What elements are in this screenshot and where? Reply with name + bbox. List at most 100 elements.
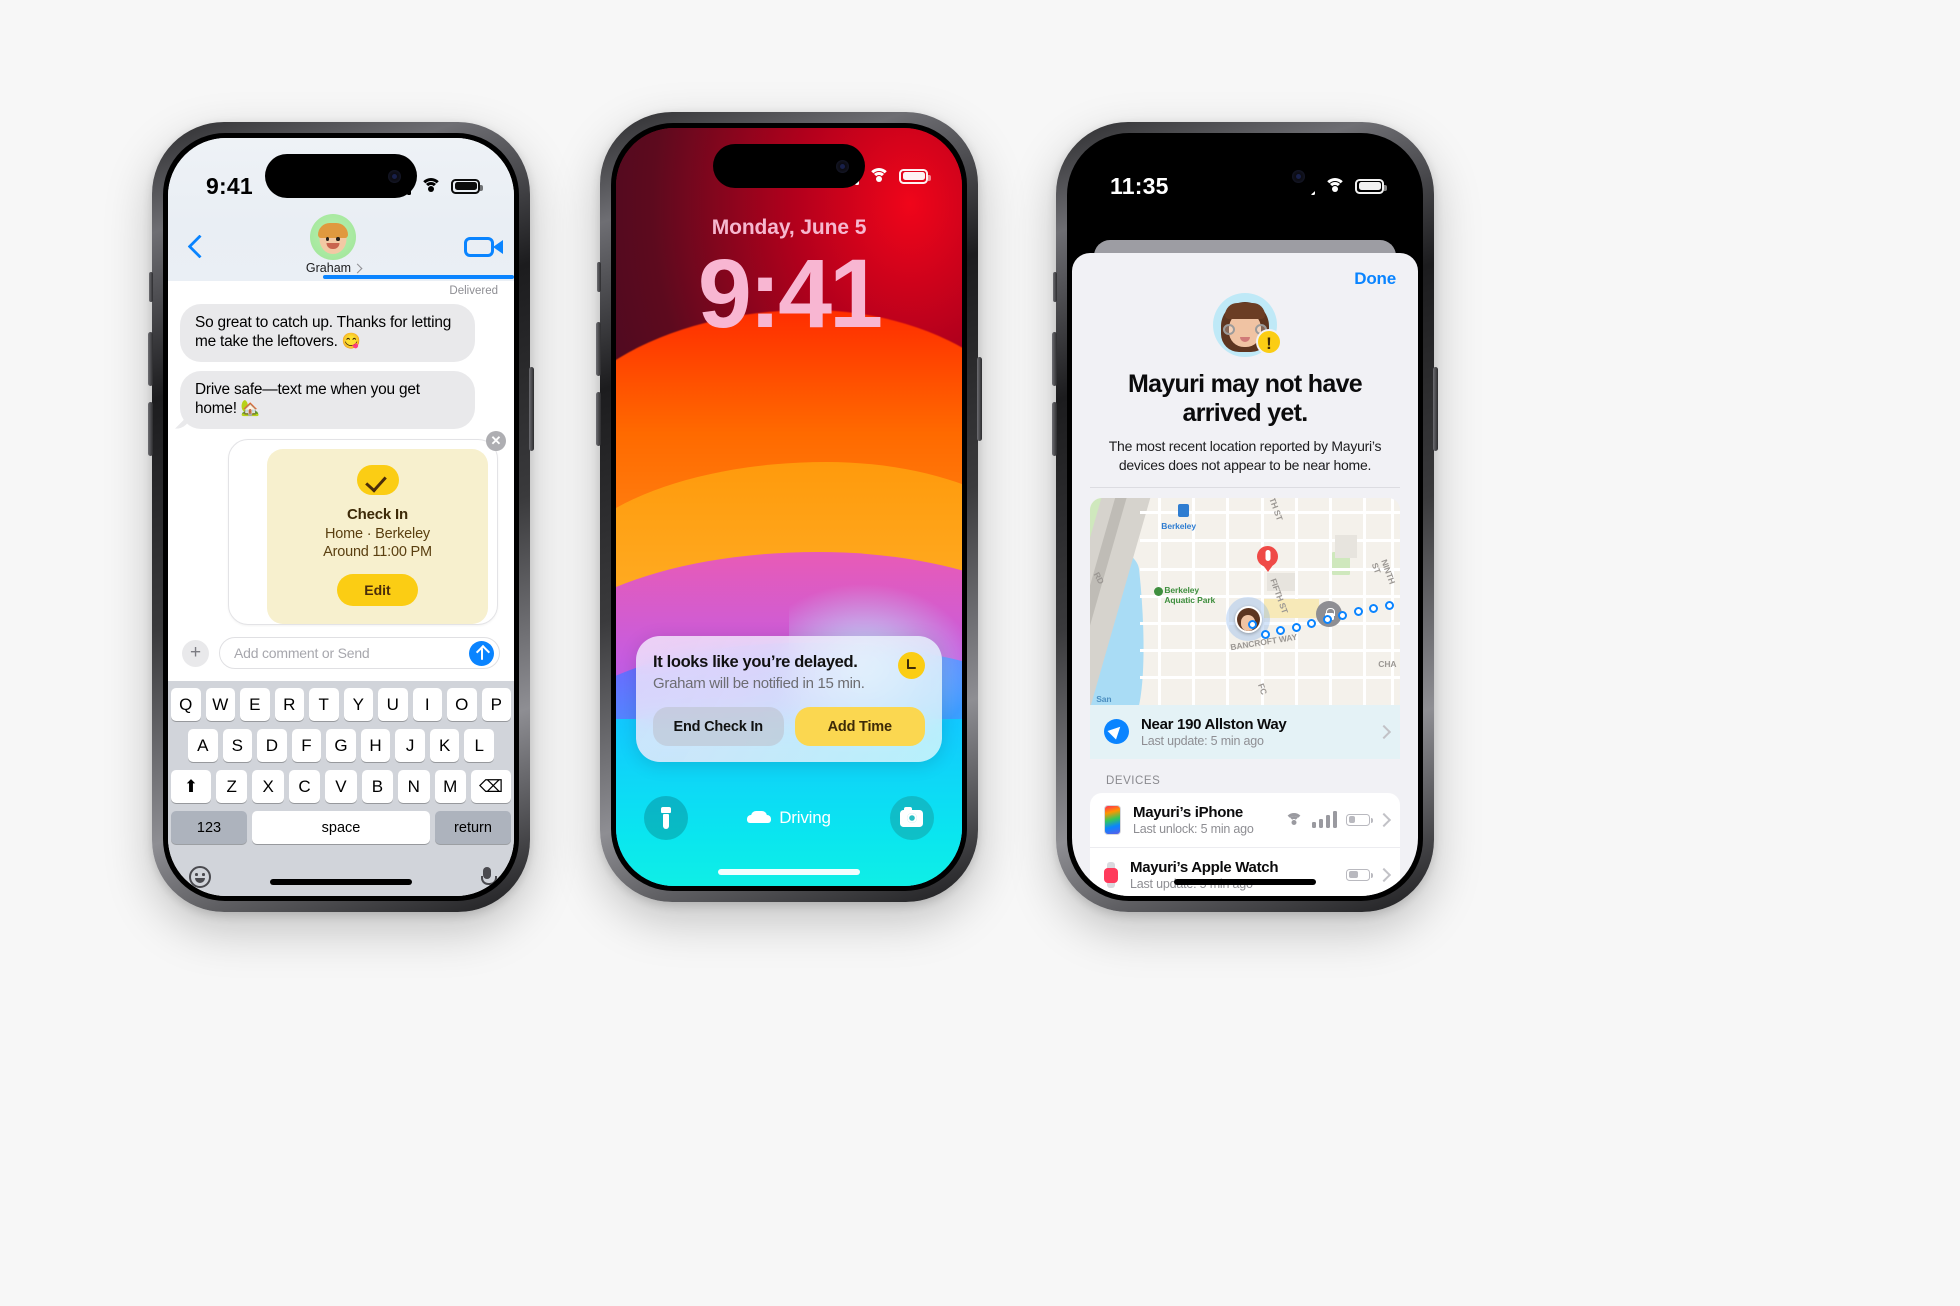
status-time: 11:35 [1110, 172, 1169, 199]
comment-input[interactable]: Add comment or Send [219, 637, 500, 669]
message-bubble[interactable]: So great to catch up. Thanks for letting… [180, 304, 475, 362]
focus-indicator[interactable]: Driving [747, 808, 831, 828]
microphone-icon[interactable] [481, 867, 497, 886]
key-w[interactable]: W [205, 688, 235, 721]
device-row-iphone[interactable]: Mayuri’s iPhone Last unlock: 5 min ago [1090, 793, 1400, 847]
home-indicator[interactable] [270, 879, 412, 885]
battery-icon [1355, 178, 1387, 194]
keyboard-row-4: 123 space return [171, 811, 511, 844]
volume-down-button[interactable] [596, 392, 601, 446]
key-r[interactable]: R [274, 688, 304, 721]
key-y[interactable]: Y [343, 688, 373, 721]
status-time: 9:41 [206, 172, 253, 199]
location-row[interactable]: Near 190 Allston Way Last update: 5 min … [1090, 704, 1400, 759]
wifi-icon [1284, 812, 1303, 827]
home-indicator[interactable] [1174, 879, 1316, 885]
wifi-icon [1324, 177, 1346, 195]
plus-icon[interactable]: + [182, 639, 209, 667]
key-h[interactable]: H [360, 729, 391, 762]
back-chevron-icon[interactable] [188, 236, 201, 258]
car-icon [747, 811, 772, 825]
mute-switch[interactable] [149, 272, 153, 302]
key-g[interactable]: G [326, 729, 356, 762]
composer-row: + Add comment or Send [168, 627, 514, 681]
message-bubble[interactable]: Drive safe—text me when you get home! 🏡 [180, 370, 475, 429]
add-time-button[interactable]: Add Time [794, 707, 925, 746]
key-n[interactable]: N [398, 770, 430, 803]
key-s[interactable]: S [222, 729, 253, 762]
key-x[interactable]: X [252, 770, 284, 803]
keyboard[interactable]: QWERTYUIOP ASDFGHJKL ⬆ ZXCVBNM ⌫ 123 spa… [168, 681, 514, 896]
volume-up-button[interactable] [596, 322, 601, 376]
done-button[interactable]: Done [1332, 253, 1418, 291]
home-indicator[interactable] [718, 869, 860, 875]
key-m[interactable]: M [434, 770, 466, 803]
power-button[interactable] [529, 367, 534, 451]
checkin-card[interactable]: ✕ Check In Home · Berkeley Around 11:00 … [228, 430, 506, 626]
map-label-aquatic-park: Berkeley Aquatic Park [1164, 584, 1216, 606]
key-d[interactable]: D [257, 729, 287, 762]
message-list[interactable]: Delivered So great to catch up. Thanks f… [168, 281, 514, 627]
key-e[interactable]: E [240, 688, 270, 721]
key-q[interactable]: Q [171, 688, 201, 721]
device-name: Mayuri’s Apple Watch [1130, 858, 1279, 876]
key-l[interactable]: L [464, 729, 495, 762]
close-x-icon[interactable]: ✕ [486, 430, 506, 451]
shift-arrow-icon[interactable]: ⬆ [171, 770, 211, 803]
front-camera-icon [388, 169, 401, 183]
battery-icon [1346, 868, 1373, 881]
iphone-icon [1104, 804, 1121, 835]
volume-up-button[interactable] [1052, 332, 1057, 386]
key-k[interactable]: K [429, 729, 460, 762]
location-subtitle: Last update: 5 min ago [1141, 733, 1264, 748]
checkin-time: Around 11:00 PM [323, 543, 432, 560]
key-u[interactable]: U [378, 688, 408, 721]
volume-down-button[interactable] [148, 402, 153, 456]
map-view[interactable]: Berkeley Berkeley Aquatic Park FIFTH ST … [1090, 498, 1400, 705]
key-b[interactable]: B [361, 770, 394, 803]
device-row-apple-watch[interactable]: Mayuri’s Apple Watch Last update: 5 min … [1090, 846, 1400, 896]
keyboard-row-3: ⬆ ZXCVBNM ⌫ [171, 770, 511, 803]
key-j[interactable]: J [395, 729, 425, 762]
key-p[interactable]: P [481, 688, 511, 721]
end-check-in-button[interactable]: End Check In [653, 707, 784, 746]
key-z[interactable]: Z [216, 770, 248, 803]
volume-up-button[interactable] [148, 332, 153, 386]
key-f[interactable]: F [291, 729, 322, 762]
battery-icon [451, 178, 483, 194]
chevron-right-icon [1379, 869, 1386, 881]
power-button[interactable] [1433, 367, 1438, 451]
location-title: Near 190 Allston Way [1141, 715, 1287, 733]
key-v[interactable]: V [325, 770, 357, 803]
screenshot-canvas: 9:41 Graham Delivered So great to catch … [0, 0, 1960, 1306]
delete-backspace-icon[interactable]: ⌫ [471, 770, 511, 803]
checkin-location: Home · Berkeley [325, 525, 430, 542]
numbers-key[interactable]: 123 [171, 811, 247, 844]
flashlight-button[interactable] [644, 796, 688, 840]
space-key[interactable]: space [252, 811, 430, 844]
map-commercial-area [1263, 599, 1320, 618]
camera-button[interactable] [889, 796, 934, 840]
key-i[interactable]: I [412, 688, 442, 721]
checkin-delay-notification[interactable]: It looks like you’re delayed. Graham wil… [636, 636, 942, 762]
key-o[interactable]: O [447, 688, 477, 721]
key-c[interactable]: C [288, 770, 321, 803]
return-key[interactable]: return [435, 811, 511, 844]
power-button[interactable] [977, 357, 982, 441]
map-label-cha: CHA [1378, 659, 1397, 670]
contact-avatar-block[interactable]: Graham [306, 214, 359, 275]
emoji-smiley-icon[interactable] [189, 865, 211, 888]
device-name: Mayuri’s iPhone [1133, 803, 1243, 821]
volume-down-button[interactable] [1052, 402, 1057, 456]
key-t[interactable]: T [309, 688, 339, 721]
chevron-right-icon [1379, 814, 1386, 826]
mute-switch[interactable] [597, 262, 601, 292]
edit-button[interactable]: Edit [337, 574, 418, 607]
facetime-video-icon[interactable] [464, 236, 503, 257]
phone-findmy: 11:35 Done ! Mayuri may not have arrived… [1052, 122, 1438, 912]
keyboard-bottom-row [171, 852, 511, 896]
key-a[interactable]: A [187, 729, 218, 762]
destination-pin-icon[interactable] [1257, 545, 1279, 567]
send-arrow-icon[interactable] [469, 640, 494, 666]
mute-switch[interactable] [1053, 272, 1057, 302]
